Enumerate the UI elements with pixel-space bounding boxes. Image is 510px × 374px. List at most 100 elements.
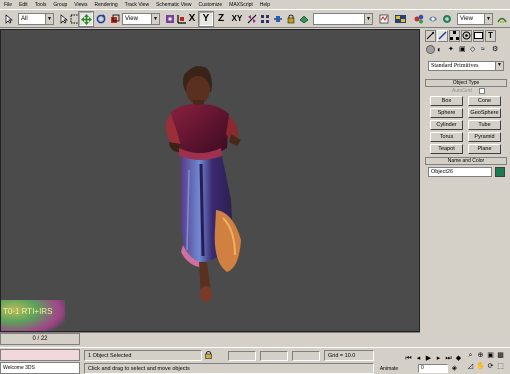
cameras-icon[interactable]: ▣ [459,45,468,54]
plane-button[interactable]: Plane [468,144,501,154]
object-type-rollout-header[interactable]: Object Type [425,79,507,87]
restrict-x-button[interactable]: X [185,12,199,26]
align-icon[interactable] [271,12,285,26]
chevron-down-icon: ▼ [484,14,492,24]
box-button[interactable]: Box [430,96,463,106]
play-icon[interactable]: ▶ [424,354,433,363]
select-rotate-icon[interactable] [94,12,108,26]
menu-tools[interactable]: Tools [35,2,47,8]
menu-views[interactable]: Views [74,2,87,8]
field-of-view-icon[interactable]: ◿ [466,362,475,371]
geometry-icon[interactable] [426,45,435,54]
taskbar-item[interactable]: Welcome 3DS [0,362,80,374]
lights-icon[interactable]: ✦ [448,45,457,54]
pan-icon[interactable]: ✋ [476,362,485,371]
render-last-icon[interactable] [495,12,509,26]
zoom-extents-icon[interactable]: ▣ [486,351,495,360]
zoom-extents-all-icon[interactable]: ▩ [496,351,505,360]
selection-filter-dropdown[interactable]: All ▼ [18,13,54,25]
object-color-swatch[interactable] [495,167,505,177]
quick-render-icon[interactable] [440,12,454,26]
restrict-xy-button[interactable]: XY [230,12,244,26]
menu-rendering[interactable]: Rendering [95,2,118,8]
menu-group[interactable]: Group [53,2,67,8]
x-coordinate-field[interactable] [228,351,256,361]
time-configuration-icon[interactable]: ◈ [450,364,459,373]
geosphere-button[interactable]: GeoSphere [468,108,501,118]
status-bar: Welcome 3DS 1 Object Selected Grid = 10.… [0,347,510,374]
object-name-field[interactable]: Object26 [428,167,492,177]
category-dropdown[interactable]: Standard Primitives ▼ [428,61,504,71]
torus-button[interactable]: Torus [430,132,463,142]
grid-field: Grid = 10.0 [324,350,374,361]
material-editor-icon[interactable] [412,12,426,26]
zoom-all-icon[interactable]: ⊕ [476,351,485,360]
helpers-icon[interactable]: ◇ [470,45,479,54]
utilities-tab[interactable]: T [485,30,496,42]
hierarchy-tab[interactable] [449,30,460,42]
track-view-icon[interactable] [377,12,391,26]
prompt-line: Click and drag to select and move object… [84,363,374,374]
menu-track-view[interactable]: Track View [125,2,149,8]
maximize-viewport-icon[interactable]: ⬚ [496,362,505,371]
goto-end-icon[interactable]: ⏭ [444,354,453,363]
z-coordinate-field[interactable] [292,351,320,361]
menu-edit[interactable]: Edit [19,2,28,8]
selection-info-field: 1 Object Selected [84,350,202,361]
display-tab[interactable] [473,30,484,42]
sphere-button[interactable]: Sphere [430,108,463,118]
pyramid-button[interactable]: Pyramid [468,132,501,142]
character-model: T0-1 RTI+IRS [1,66,241,331]
systems-icon[interactable]: ⚙ [492,45,501,54]
animate-button[interactable]: Animate [376,364,402,374]
goto-start-icon[interactable]: ⏮ [404,354,413,363]
name-and-color-rollout-header[interactable]: Name and Color [425,157,507,165]
tube-button[interactable]: Tube [468,120,501,130]
restrict-y-button[interactable]: Y [198,11,214,27]
zoom-icon[interactable]: ⌕ [466,351,475,360]
array-icon[interactable] [258,12,272,26]
next-frame-icon[interactable]: ▸ [434,354,443,363]
teapot-button[interactable]: Teapot [430,144,463,154]
restrict-z-button[interactable]: Z [214,12,228,26]
named-selection-icon[interactable] [297,12,311,26]
select-scale-icon[interactable] [108,12,122,26]
menu-maxscript[interactable]: MAXScript [229,2,253,8]
arc-rotate-icon[interactable]: ⟳ [486,362,495,371]
reference-coordinate-dropdown[interactable]: View ▼ [122,13,160,25]
create-category-bar: ◐ ✦ ▣ ◇ ≈ ⚙ [426,45,508,56]
motion-tab[interactable] [461,30,472,42]
lock-icon[interactable] [284,12,298,26]
viewport-overlay-text: T0-1 RTI+IRS [3,307,52,316]
previous-frame-icon[interactable]: ◂ [414,354,423,363]
menu-help[interactable]: Help [260,2,270,8]
create-tab[interactable] [425,30,436,42]
cylinder-button[interactable]: Cylinder [430,120,463,130]
current-frame-field[interactable]: 0 [418,364,448,373]
autogrid-label: AutoGrid [452,88,472,94]
select-pointer-icon[interactable] [2,12,16,26]
menu-customize[interactable]: Customize [199,2,223,8]
mirror-icon[interactable] [245,12,259,26]
autogrid-checkbox[interactable] [479,88,485,94]
render-type-dropdown[interactable]: View ▼ [457,13,493,25]
schematic-view-icon[interactable] [393,12,407,26]
perspective-viewport[interactable]: T0-1 RTI+IRS [0,29,420,332]
shapes-icon[interactable]: ◐ [437,45,446,54]
maxscript-listener[interactable] [0,349,80,361]
key-mode-icon[interactable]: ◆ [454,354,463,363]
space-warps-icon[interactable]: ≈ [481,45,490,54]
menu-schematic-view[interactable]: Schematic View [156,2,191,8]
named-selection-set-dropdown[interactable]: ▼ [313,13,373,25]
select-move-icon[interactable] [78,11,94,27]
modify-tab[interactable] [437,30,448,42]
cone-button[interactable]: Cone [468,96,501,106]
menu-file[interactable]: File [4,2,12,8]
chevron-down-icon: ▼ [364,14,372,24]
render-scene-icon[interactable] [426,12,440,26]
lock-selection-icon[interactable] [205,351,212,359]
command-panel: T ◐ ✦ ▣ ◇ ≈ ⚙ Standard Primitives ▼ Obje… [422,29,510,347]
time-slider[interactable]: 0 / 22 [0,333,80,345]
y-coordinate-field[interactable] [260,351,288,361]
chevron-down-icon: ▼ [45,14,53,24]
